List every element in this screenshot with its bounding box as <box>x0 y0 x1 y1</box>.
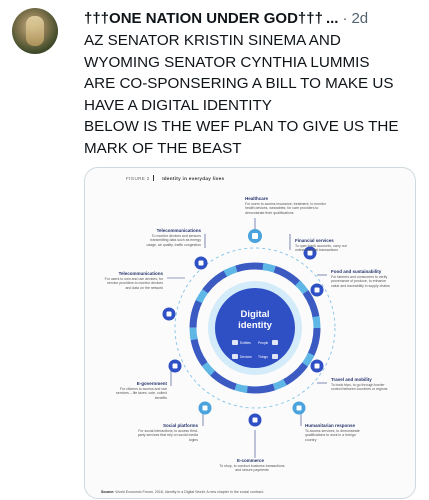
tweet-line: WYOMING SENATOR CYNTHIA LUMMIS <box>84 53 370 71</box>
more-options-icon[interactable]: ... <box>326 10 339 27</box>
segment-telecom-sensors-desc: To monitor devices and sensors transmitt… <box>146 234 201 247</box>
segment-egovernment-label: E-government <box>136 381 167 386</box>
avatar-image <box>26 16 44 46</box>
segment-egovernment-desc: For citizens to access and use services … <box>116 387 167 400</box>
tweet-line: AZ SENATOR KRISTIN SINEMA AND <box>84 32 341 49</box>
segment-telecom-users-desc: For users to own and use devices; for se… <box>104 277 163 290</box>
segment-healthcare-desc: For users to access insurance, treatment… <box>245 202 326 215</box>
figure-source: Source: World Economic Forum, 2018, Iden… <box>101 490 264 494</box>
segment-food-label: Food and sustainability <box>331 269 382 274</box>
segment-social-label: Social platforms <box>162 423 198 428</box>
center-item-people: People <box>258 341 269 345</box>
segment-social-desc: For social interactions; to access third… <box>137 429 198 442</box>
tweet-header: †††ONE NATION UNDER GOD††† ... · 2d <box>84 8 424 28</box>
segment-humanitarian-label: Humanitarian response <box>305 423 356 428</box>
segment-financial-label: Financial services <box>295 238 334 243</box>
tweet-line: ARE CO-SPONSERING A BILL TO MAKE US <box>84 75 394 92</box>
author-avatar[interactable] <box>12 8 58 54</box>
tweet-line: HAVE A DIGITAL IDENTITY <box>84 96 272 114</box>
tweet-media-image[interactable]: FIGURE 2 Identity in everyday lives Digi… <box>84 167 416 499</box>
segment-travel-desc: To book trips, to go through border cont… <box>331 383 388 392</box>
tweet-line: BELOW IS THE WEF PLAN TO GIVE US THE <box>84 118 399 135</box>
segment-food-desc: For farmers and consumers to verify prov… <box>331 275 390 288</box>
segment-telecom-users-label: Telecommunications <box>118 271 163 276</box>
digital-identity-diagram <box>162 218 336 458</box>
center-item-things: Things <box>258 355 268 359</box>
center-item-devices: Devices <box>240 355 252 359</box>
segment-financial-desc: To open bank accounts, carry out online … <box>295 244 347 253</box>
author-name[interactable]: †††ONE NATION UNDER GOD††† <box>84 10 323 27</box>
segment-healthcare-label: Healthcare <box>245 196 269 201</box>
segment-humanitarian-desc: To access services, to demonstrate quali… <box>305 429 360 442</box>
tweet-text: AZ SENATOR KRISTIN SINEMA AND WYOMING SE… <box>84 30 424 159</box>
segment-ecommerce-desc: To shop, to conduct business transaction… <box>219 464 285 473</box>
tweet-timestamp[interactable]: 2d <box>351 10 368 27</box>
segment-telecom-sensors-label: Telecommunications <box>156 228 201 233</box>
segment-ecommerce-label: E-commerce <box>237 458 265 463</box>
center-item-entities: Entities <box>240 341 251 345</box>
separator: · <box>342 9 348 27</box>
segment-travel-label: Travel and mobility <box>331 377 372 382</box>
center-title: Digital identity <box>238 309 272 331</box>
tweet-line: MARK OF THE BEAST <box>84 139 242 157</box>
